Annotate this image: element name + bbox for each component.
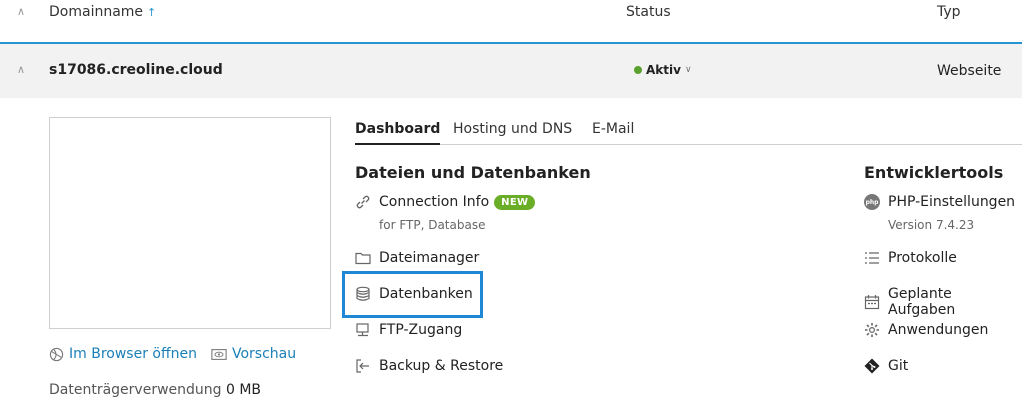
scheduled-tasks-item[interactable]: Geplante Aufgaben <box>864 286 1022 318</box>
collapse-row-icon[interactable]: ∧ <box>13 63 29 76</box>
tab-dashboard[interactable]: Dashboard <box>355 121 441 145</box>
domain-type: Webseite <box>937 63 1002 79</box>
logs-item[interactable]: Protokolle <box>864 250 957 266</box>
globe-icon <box>49 347 64 361</box>
column-type[interactable]: Typ <box>937 4 961 20</box>
status-label: Aktiv <box>646 63 681 77</box>
collapse-all-icon[interactable]: ∧ <box>13 5 29 18</box>
preview-link[interactable]: Vorschau <box>211 346 296 362</box>
list-icon <box>865 252 879 264</box>
column-status[interactable]: Status <box>626 4 671 20</box>
git-item[interactable]: Git <box>864 358 908 374</box>
ftp-icon <box>356 323 369 337</box>
status-dropdown[interactable]: Aktiv ∨ <box>634 63 692 77</box>
tab-email[interactable]: E-Mail <box>592 121 634 137</box>
databases-item[interactable]: Datenbanken <box>355 286 473 302</box>
link-icon <box>356 195 370 209</box>
database-icon <box>356 286 370 301</box>
website-preview-thumbnail[interactable] <box>49 117 331 329</box>
php-settings-item[interactable]: php PHP-Einstellungen <box>864 194 1015 210</box>
connection-info-subtitle: for FTP, Database <box>379 218 486 232</box>
file-manager-item[interactable]: Dateimanager <box>355 250 479 266</box>
backup-icon <box>356 359 369 373</box>
calendar-icon <box>864 295 880 310</box>
disk-usage: Datenträgerverwendung 0 MB <box>49 382 262 398</box>
git-icon <box>864 358 880 374</box>
tab-bar: Dashboard Hosting und DNS E-Mail <box>355 117 1022 145</box>
column-domain[interactable]: Domainname ↑ <box>49 4 156 20</box>
tab-hosting-dns[interactable]: Hosting und DNS <box>453 121 572 137</box>
applications-item[interactable]: Anwendungen <box>864 322 988 338</box>
status-dot-icon <box>634 66 642 74</box>
sort-ascending-icon: ↑ <box>147 6 157 19</box>
folder-icon <box>355 252 371 265</box>
new-badge: NEW <box>494 194 536 210</box>
domain-row[interactable]: ∧ s17086.creoline.cloud Aktiv ∨ Webseite <box>0 44 1022 98</box>
open-in-browser-link[interactable]: Im Browser öffnen <box>49 346 197 362</box>
ftp-access-item[interactable]: FTP-Zugang <box>355 322 462 338</box>
connection-info-item[interactable]: Connection Info NEW <box>355 194 536 210</box>
dev-tools-section-title: Entwicklertools <box>864 163 1004 182</box>
backup-restore-item[interactable]: Backup & Restore <box>355 358 503 374</box>
preview-links: Im Browser öffnen Vorschau <box>49 346 296 362</box>
php-version: Version 7.4.23 <box>888 218 975 232</box>
gear-icon <box>865 323 879 337</box>
domain-name: s17086.creoline.cloud <box>49 62 223 78</box>
files-section-title: Dateien und Datenbanken <box>355 163 591 182</box>
table-header: ∧ Domainname ↑ Status Typ <box>0 0 1022 44</box>
eye-icon <box>211 348 227 360</box>
php-icon: php <box>864 194 880 210</box>
chevron-down-icon: ∨ <box>684 65 692 75</box>
